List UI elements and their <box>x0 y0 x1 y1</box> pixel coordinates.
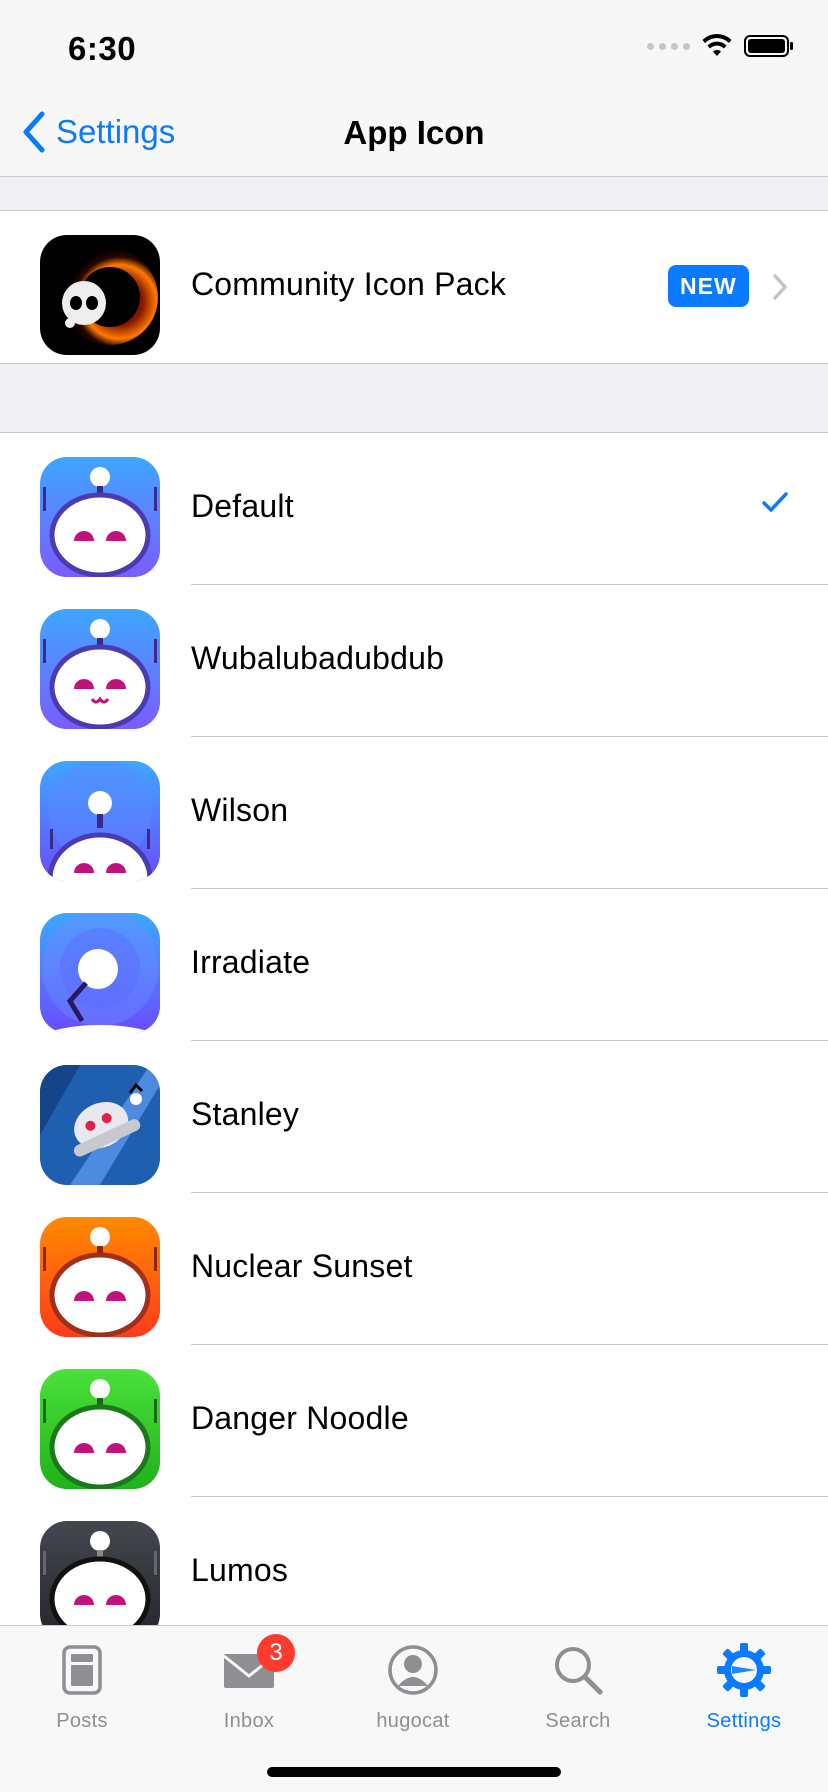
inbox-badge: 3 <box>257 1634 295 1672</box>
icon-option-stanley[interactable]: Stanley <box>0 1041 828 1193</box>
inbox-icon <box>179 1640 319 1700</box>
cellular-signal-icon <box>647 42 690 50</box>
home-indicator[interactable] <box>267 1767 561 1777</box>
irradiate-app-icon <box>40 913 160 1033</box>
app-icon-list: Default Wubalubadubdub Wilson Irradiate … <box>0 432 828 1650</box>
tab-label: Search <box>545 1710 611 1732</box>
posts-icon <box>12 1640 152 1700</box>
battery-icon <box>744 35 793 57</box>
community-icon-pack-row[interactable]: Community Icon Pack NEW <box>0 211 828 363</box>
icon-option-label: Irradiate <box>191 944 311 980</box>
profile-icon <box>343 1640 483 1700</box>
icon-option-label: Wilson <box>191 792 289 828</box>
icon-option-label: Lumos <box>191 1552 289 1588</box>
icon-option-label: Wubalubadubdub <box>191 640 445 676</box>
icon-option-label: Nuclear Sunset <box>191 1248 413 1284</box>
tab-posts[interactable]: Posts <box>12 1640 152 1733</box>
icon-option-label: Default <box>191 488 294 524</box>
status-indicators <box>647 34 794 58</box>
chevron-right-icon <box>773 274 787 300</box>
icon-option-label: Danger Noodle <box>191 1400 409 1436</box>
danger-noodle-app-icon <box>40 1369 160 1489</box>
navigation-bar: Settings App Icon <box>0 88 828 177</box>
icon-option-default[interactable]: Default <box>0 433 828 585</box>
new-badge: NEW <box>668 265 749 307</box>
search-icon <box>508 1640 648 1700</box>
default-app-icon <box>40 457 160 577</box>
wifi-icon <box>702 34 732 56</box>
community-icon-pack-label: Community Icon Pack <box>191 266 507 302</box>
tab-label: hugocat <box>376 1710 450 1732</box>
tab-profile[interactable]: hugocat <box>343 1640 483 1733</box>
stanley-app-icon <box>40 1065 160 1185</box>
icon-option-wubalubadubdub[interactable]: Wubalubadubdub <box>0 585 828 737</box>
page-title: App Icon <box>343 114 485 151</box>
community-section: Community Icon Pack NEW <box>0 210 828 364</box>
settings-icon <box>674 1640 814 1700</box>
icon-option-label: Stanley <box>191 1096 300 1132</box>
tab-search[interactable]: Search <box>508 1640 648 1733</box>
icon-option-nuclear-sunset[interactable]: Nuclear Sunset <box>0 1193 828 1345</box>
tab-label: Posts <box>56 1710 108 1732</box>
nuclear-sunset-app-icon <box>40 1217 160 1337</box>
wubalubadubdub-app-icon <box>40 609 160 729</box>
icon-option-danger-noodle[interactable]: Danger Noodle <box>0 1345 828 1497</box>
tab-label: Inbox <box>223 1710 275 1732</box>
status-bar: 6:30 <box>0 0 828 88</box>
checkmark-icon <box>762 492 788 512</box>
icon-option-irradiate[interactable]: Irradiate <box>0 889 828 1041</box>
tab-inbox[interactable]: 3 Inbox <box>179 1634 319 1733</box>
status-time: 6:30 <box>68 30 137 67</box>
community-icon-pack-icon <box>40 235 160 355</box>
icon-option-wilson[interactable]: Wilson <box>0 737 828 889</box>
tab-settings[interactable]: Settings <box>674 1640 814 1733</box>
lumos-app-icon <box>40 1521 160 1641</box>
tab-label: Settings <box>706 1710 782 1732</box>
wilson-app-icon <box>40 761 160 881</box>
